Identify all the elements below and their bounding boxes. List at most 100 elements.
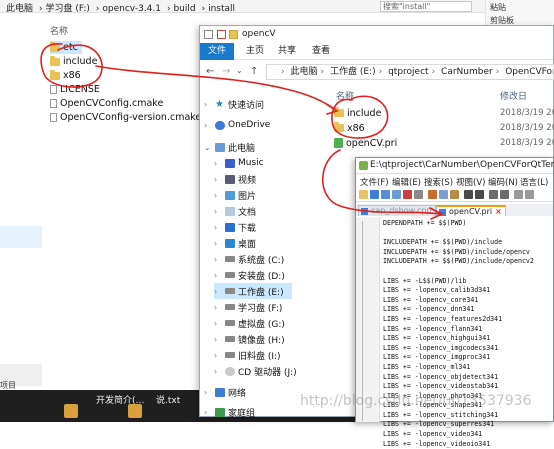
chevron-right-icon[interactable]: ›: [214, 255, 222, 264]
code-line[interactable]: LIBS += -lopencv_core341: [383, 296, 553, 306]
chevron-right-icon[interactable]: ›: [214, 303, 222, 312]
quick-access-check-icon[interactable]: [217, 30, 226, 39]
nav-item-videos[interactable]: › 视频: [214, 171, 256, 187]
taskbar-item[interactable]: 说.txt: [156, 393, 180, 406]
nav-item-drive-g[interactable]: › 虚拟盘 (G:): [214, 315, 285, 331]
breadcrumb-item[interactable]: install: [208, 4, 235, 14]
menu-view[interactable]: 视图(V): [456, 176, 485, 188]
address-crumb[interactable]: OpenCVForQtTe: [505, 67, 553, 77]
code-line[interactable]: LIBS += -lopencv_calib3d341: [383, 286, 553, 296]
code-line[interactable]: [383, 267, 553, 277]
chevron-right-icon[interactable]: ›: [214, 271, 222, 280]
nav-item-drive-d[interactable]: › 安装盘 (D:): [214, 267, 285, 283]
nav-item-network[interactable]: › 网络: [204, 384, 246, 400]
nav-item-downloads[interactable]: › 下载: [214, 219, 256, 235]
file-item-include[interactable]: include: [50, 55, 97, 68]
code-text[interactable]: DEPENDPATH += $$(PWD) INCLUDEPATH += $$(P…: [383, 219, 553, 449]
paste-icon[interactable]: [450, 190, 459, 199]
nav-item-this-pc[interactable]: ⌄ 此电脑: [204, 139, 255, 155]
code-line[interactable]: LIBS += -lopencv_ml341: [383, 363, 553, 373]
nav-item-drive-c[interactable]: › 系统盘 (C:): [214, 251, 284, 267]
chevron-right-icon[interactable]: ›: [214, 351, 222, 360]
tab-view[interactable]: 查看: [304, 43, 338, 60]
chevron-right-icon[interactable]: ›: [214, 191, 222, 200]
code-line[interactable]: LIBS += -lopencv_dnn341: [383, 305, 553, 315]
code-line[interactable]: LIBS += -lopencv_highgui341: [383, 334, 553, 344]
quick-access-properties-icon[interactable]: [204, 30, 213, 39]
taskbar-app-icon[interactable]: [128, 404, 142, 418]
address-crumb[interactable]: qtproject: [388, 67, 428, 77]
nav-item-music[interactable]: › Music: [214, 155, 264, 171]
chevron-down-icon[interactable]: ⌄: [204, 143, 212, 152]
tab-opencv-pri[interactable]: openCV.pri ×: [436, 205, 506, 216]
nav-item-drive-h[interactable]: › 镜像盘 (H:): [214, 331, 285, 347]
chevron-right-icon[interactable]: ›: [214, 207, 222, 216]
redo-icon[interactable]: [475, 190, 484, 199]
copy-icon[interactable]: [439, 190, 448, 199]
column-header-name[interactable]: 名称: [336, 89, 354, 102]
chevron-right-icon[interactable]: ›: [204, 121, 212, 130]
nav-item-drive-f[interactable]: › 学习盘 (F:): [214, 299, 282, 315]
file-item-opencvconfig[interactable]: OpenCVConfig.cmake: [50, 97, 163, 110]
notepad-title-bar[interactable]: E:\qtproject\CarNumber\OpenCVForQtTempla: [356, 158, 554, 174]
nav-item-homegroup[interactable]: › 家庭组: [204, 404, 255, 420]
tab-share[interactable]: 共享: [270, 43, 304, 60]
address-bar[interactable]: › 此电脑 › 工作盘 (E:) › qtproject › CarNumber › O…: [266, 64, 554, 80]
breadcrumb-item[interactable]: 此电脑: [6, 4, 33, 14]
nav-item-cd-drive[interactable]: › CD 驱动器 (J:): [214, 363, 297, 379]
new-file-icon[interactable]: [359, 190, 368, 199]
code-line[interactable]: LIBS += -L$$(PWD)/lib: [383, 277, 553, 287]
address-crumb[interactable]: 此电脑: [290, 67, 317, 77]
code-line[interactable]: DEPENDPATH += $$(PWD): [383, 219, 553, 229]
replace-icon[interactable]: [500, 190, 509, 199]
menu-language[interactable]: 语言(L): [520, 176, 548, 188]
file-item-opencv-pri[interactable]: openCV.pri: [334, 136, 397, 150]
background-column-name[interactable]: 名称: [50, 24, 68, 37]
taskbar-app-icon[interactable]: [64, 404, 78, 418]
code-line[interactable]: INCLUDEPATH += $$(PWD)/include/opencv: [383, 248, 553, 258]
explorer-title-bar[interactable]: opencV: [200, 26, 553, 43]
address-crumb[interactable]: CarNumber: [441, 67, 493, 77]
tab-file[interactable]: 文件: [200, 43, 235, 60]
close-file-icon[interactable]: [403, 190, 412, 199]
chevron-right-icon[interactable]: ›: [214, 223, 222, 232]
breadcrumb-item[interactable]: 学习盘 (F:): [45, 4, 89, 14]
code-line[interactable]: LIBS += -lopencv_videostab341: [383, 382, 553, 392]
nav-item-drive-i[interactable]: › 旧料盘 (I:): [214, 347, 281, 363]
chevron-right-icon[interactable]: ›: [214, 335, 222, 344]
save-icon[interactable]: [381, 190, 390, 199]
background-search-input[interactable]: 搜索"install": [380, 1, 472, 12]
up-arrow-icon[interactable]: ↑: [250, 66, 258, 77]
zoom-in-icon[interactable]: [514, 190, 523, 199]
file-item-x86[interactable]: x86: [334, 121, 365, 135]
chevron-right-icon[interactable]: ›: [204, 408, 212, 417]
file-item-license[interactable]: LICENSE: [50, 83, 100, 96]
zoom-out-icon[interactable]: [525, 190, 534, 199]
save-all-icon[interactable]: [392, 190, 401, 199]
forward-arrow-icon[interactable]: →: [222, 66, 230, 77]
close-tab-icon[interactable]: ×: [495, 207, 502, 216]
chevron-right-icon[interactable]: ›: [214, 239, 222, 248]
menu-search[interactable]: 搜索(S): [424, 176, 453, 188]
code-line[interactable]: LIBS += -lopencv_video341: [383, 430, 553, 440]
code-line[interactable]: INCLUDEPATH += $$(PWD)/include: [383, 238, 553, 248]
menu-edit[interactable]: 编辑(E): [392, 176, 421, 188]
breadcrumb-item[interactable]: opencv-3.4.1: [102, 4, 161, 14]
nav-item-desktop[interactable]: › 桌面: [214, 235, 256, 251]
code-line[interactable]: LIBS += -lopencv_features2d341: [383, 315, 553, 325]
chevron-right-icon[interactable]: ›: [214, 287, 222, 296]
nav-item-documents[interactable]: › 文档: [214, 203, 256, 219]
chevron-right-icon[interactable]: ›: [204, 100, 212, 109]
file-item-x86[interactable]: x86: [50, 69, 81, 82]
tab-home[interactable]: 主页: [238, 43, 272, 60]
nav-item-drive-e[interactable]: › 工作盘 (E:): [214, 283, 292, 299]
code-line[interactable]: LIBS += -lopencv_objdetect341: [383, 373, 553, 383]
file-item-opencvconfig-version[interactable]: OpenCVConfig-version.cmake: [50, 111, 201, 124]
code-line[interactable]: INCLUDEPATH += $$(PWD)/include/opencv2: [383, 257, 553, 267]
nav-item-quick-access[interactable]: › ★ 快速访问: [204, 96, 264, 112]
notepad-editor[interactable]: DEPENDPATH += $$(PWD) INCLUDEPATH += $$(P…: [356, 217, 553, 448]
paste-label[interactable]: 粘贴: [490, 2, 506, 13]
chevron-right-icon[interactable]: ›: [214, 319, 222, 328]
code-line[interactable]: LIBS += -lopencv_stitching341: [383, 411, 553, 421]
tab-cap-dshow[interactable]: cap_dshow.cpp: [358, 205, 436, 216]
